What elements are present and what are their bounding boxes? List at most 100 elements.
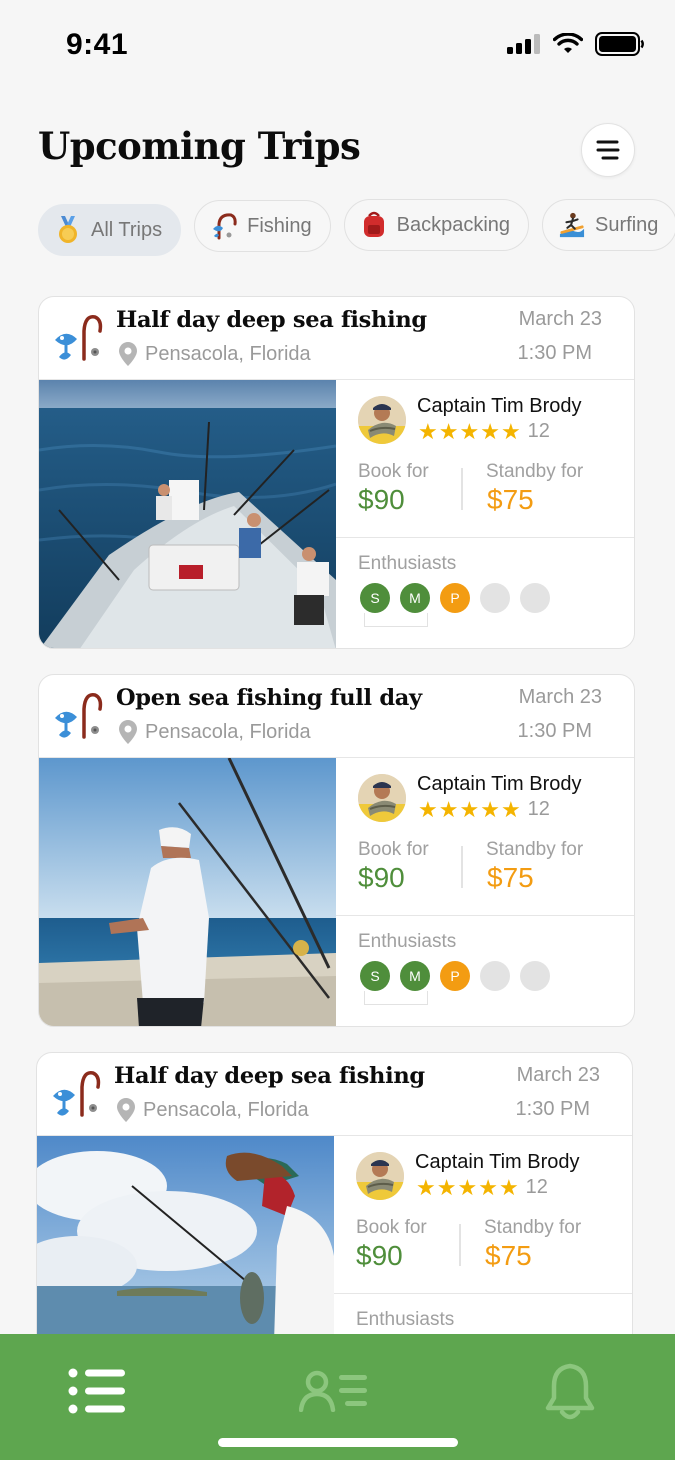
chip-fishing[interactable]: Fishing [194, 200, 331, 252]
trip-card[interactable]: Half day deep sea fishing Pensacola, Flo… [38, 296, 635, 649]
enthusiasts-underline [364, 991, 428, 1005]
trip-photo[interactable] [39, 380, 336, 648]
fishing-pole-icon [211, 213, 237, 240]
star-icon: ★ [438, 418, 459, 444]
chip-all-trips[interactable]: All Trips [38, 204, 182, 256]
book-price[interactable]: $90 [356, 1240, 403, 1272]
standby-label: Standby for [486, 839, 584, 860]
trip-time: 1:30 PM [515, 1098, 590, 1120]
fishing-pole-icon [53, 315, 103, 362]
trip-date: March 23 [516, 1064, 600, 1086]
trip-title: Half day deep sea fishing [116, 307, 427, 333]
enthusiasts-label: Enthusiasts [358, 931, 457, 952]
trip-card-header: Half day deep sea fishing Pensacola, Flo… [37, 1053, 632, 1136]
standby-price[interactable]: $75 [487, 862, 534, 894]
enthusiasts-label: Enthusiasts [356, 1309, 455, 1330]
book-label: Book for [358, 461, 429, 482]
star-icon: ★ [478, 1174, 498, 1200]
tab-trips[interactable] [68, 1368, 126, 1419]
star-icon: ★ [498, 1174, 519, 1200]
captain-name[interactable]: Captain Tim Brody [415, 1151, 580, 1174]
book-price[interactable]: $90 [358, 484, 405, 516]
star-icon: ★ [436, 1174, 457, 1200]
standby-label: Standby for [484, 1217, 582, 1238]
captain-avatar[interactable] [356, 1152, 404, 1200]
chip-backpacking[interactable]: Backpacking [343, 199, 530, 251]
fishing-pole-icon [53, 693, 103, 740]
surfer-icon [559, 212, 585, 238]
filter-menu-button[interactable] [581, 123, 635, 177]
trip-title: Open sea fishing full day [116, 685, 422, 711]
standby-price[interactable]: $75 [485, 1240, 532, 1272]
rating-stars: ★ ★ ★ ★ ★ 12 [418, 798, 550, 821]
chip-label: Surfing [595, 213, 659, 236]
trip-title: Half day deep sea fishing [114, 1063, 425, 1089]
trip-card[interactable]: Open sea fishing full day Pensacola, Flo… [38, 674, 635, 1027]
enthusiast-avatar[interactable]: P [440, 583, 470, 613]
star-icon: ★ [500, 796, 521, 822]
page-title: Upcoming Trips [38, 124, 361, 168]
rating-count: 12 [527, 420, 550, 442]
trip-location-text: Pensacola, Florida [145, 720, 311, 743]
price-divider [461, 468, 463, 510]
trip-card-header: Half day deep sea fishing Pensacola, Flo… [39, 297, 634, 380]
book-label: Book for [358, 839, 429, 860]
trip-time: 1:30 PM [517, 342, 592, 364]
captain-section: Captain Tim Brody ★ ★ ★ ★ ★ 12 Book for … [334, 1136, 632, 1294]
star-icon: ★ [500, 418, 521, 444]
tab-notifications[interactable] [542, 1362, 598, 1427]
captain-name[interactable]: Captain Tim Brody [417, 395, 582, 418]
trip-photo[interactable] [39, 758, 336, 1026]
rating-count: 12 [527, 798, 550, 820]
rating-stars: ★ ★ ★ ★ ★ 12 [416, 1176, 548, 1199]
captain-name[interactable]: Captain Tim Brody [417, 773, 582, 796]
book-label: Book for [356, 1217, 427, 1238]
enthusiast-avatar[interactable]: P [440, 961, 470, 991]
trip-location: Pensacola, Florida [119, 720, 311, 744]
enthusiasts-underline [364, 613, 428, 627]
empty-slot [520, 583, 550, 613]
star-icon: ★ [438, 796, 459, 822]
standby-price[interactable]: $75 [487, 484, 534, 516]
status-icons [507, 32, 645, 56]
chip-label: Backpacking [396, 213, 511, 236]
star-icon: ★ [480, 796, 500, 822]
home-indicator [218, 1438, 458, 1447]
star-icon: ★ [416, 1174, 436, 1200]
price-divider [459, 1224, 461, 1266]
trip-location: Pensacola, Florida [119, 342, 311, 366]
star-icon: ★ [457, 1174, 478, 1200]
trip-location-text: Pensacola, Florida [145, 342, 311, 365]
captain-avatar[interactable] [358, 396, 406, 444]
star-icon: ★ [459, 418, 480, 444]
trip-info: Captain Tim Brody ★ ★ ★ ★ ★ 12 Book for … [336, 758, 634, 1026]
chip-surfing[interactable]: Surfing [542, 199, 675, 251]
tab-contacts[interactable] [298, 1370, 369, 1417]
rating-stars: ★ ★ ★ ★ ★ 12 [418, 420, 550, 443]
captain-section: Captain Tim Brody ★ ★ ★ ★ ★ 12 Book for … [336, 380, 634, 538]
trip-date: March 23 [518, 686, 602, 708]
chip-label: All Trips [91, 218, 163, 241]
fishing-pole-icon [51, 1071, 101, 1118]
trip-card-header: Open sea fishing full day Pensacola, Flo… [39, 675, 634, 758]
medal-icon [55, 216, 81, 243]
book-price[interactable]: $90 [358, 862, 405, 894]
star-icon: ★ [418, 796, 438, 822]
empty-slot [480, 961, 510, 991]
enthusiast-avatar[interactable]: S [360, 583, 390, 613]
trip-info: Captain Tim Brody ★ ★ ★ ★ ★ 12 Book for … [336, 380, 634, 648]
bell-icon [545, 1363, 595, 1420]
enthusiasts-list: S M P [360, 583, 550, 613]
captain-avatar[interactable] [358, 774, 406, 822]
location-pin-icon [119, 342, 137, 366]
enthusiast-avatar[interactable]: M [400, 583, 430, 613]
enthusiasts-label: Enthusiasts [358, 553, 457, 574]
price-divider [461, 846, 463, 888]
empty-slot [520, 961, 550, 991]
list-icon [68, 1368, 125, 1414]
enthusiasts-list: S M P [360, 961, 550, 991]
enthusiast-avatar[interactable]: M [400, 961, 430, 991]
enthusiast-avatar[interactable]: S [360, 961, 390, 991]
star-icon: ★ [418, 418, 438, 444]
trip-date: March 23 [518, 308, 602, 330]
